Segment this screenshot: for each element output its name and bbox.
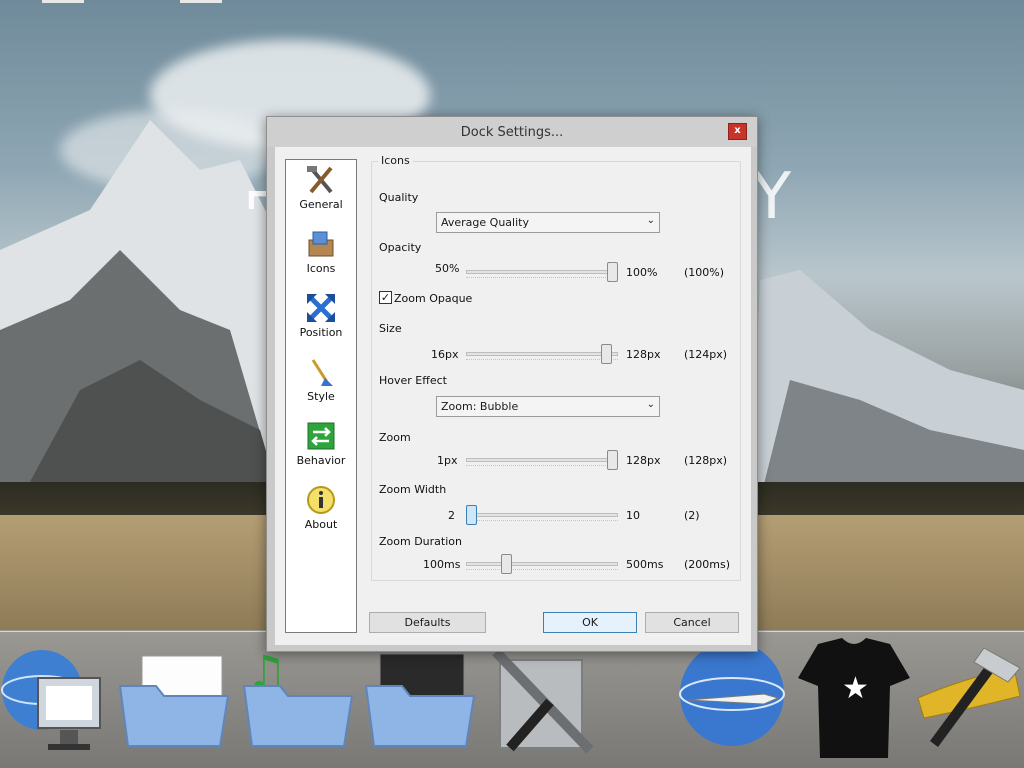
documents-folder-icon[interactable] [116,638,236,764]
quality-label: Quality [379,191,419,204]
defaults-button[interactable]: Defaults [369,612,486,633]
nav-item-behavior[interactable]: Behavior [286,416,356,480]
arrows-cross-icon [307,294,335,322]
nav-label-position: Position [299,326,343,339]
nav-label-style: Style [307,390,335,403]
zoom-slider-thumb[interactable] [607,450,618,470]
info-icon [307,486,335,514]
zoom-width-label: Zoom Width [379,483,447,496]
hammer-wrench-icon[interactable] [904,638,1024,764]
dialog-body: General Icons Position Style Behavior Ab… [275,147,751,645]
nav-label-icons: Icons [306,262,336,275]
hover-effect-select[interactable]: Zoom: Bubble ⌄ [436,396,660,417]
hover-effect-label: Hover Effect [379,374,447,387]
system-tools-icon[interactable] [480,638,600,764]
nav-item-about[interactable]: About [286,480,356,544]
opacity-max-label: 100% [626,266,658,279]
pictures-folder-icon[interactable] [362,638,482,764]
zoom-duration-label: Zoom Duration [379,535,462,548]
globe-computer-icon[interactable] [0,638,120,764]
tshirt-icon[interactable]: ★ [794,638,914,764]
nav-label-behavior: Behavior [296,454,346,467]
size-min-label: 16px [431,348,459,361]
svg-text:★: ★ [842,671,869,706]
nav-label-general: General [299,198,343,211]
size-slider-thumb[interactable] [601,344,613,364]
nav-item-icons[interactable]: Icons [286,224,356,288]
opacity-label: Opacity [379,241,422,254]
tools-icon [307,166,333,194]
zoom-max-label: 128px [626,454,661,467]
top-edge-tab [180,0,222,3]
icons-group: Icons Quality Average Quality ⌄ Opacity … [371,154,741,581]
zoom-duration-current-value: (200ms) [684,558,731,571]
chevron-down-icon: ⌄ [646,399,655,410]
quality-select[interactable]: Average Quality ⌄ [436,212,660,233]
zoom-min-label: 1px [437,454,458,467]
zoom-duration-min-label: 100ms [423,558,461,571]
opacity-slider-thumb[interactable] [607,262,618,282]
green-arrows-icon [307,422,335,450]
zoom-width-max-label: 10 [626,509,640,522]
nav-item-style[interactable]: Style [286,352,356,416]
paint-brush-icon [311,359,333,386]
zoom-current-value: (128px) [684,454,728,467]
zoom-duration-slider-ticks [466,568,618,570]
opacity-slider-track [466,270,618,274]
size-slider-track [466,352,618,356]
globe-rocket-icon[interactable] [668,638,788,764]
dock-settings-dialog: Dock Settings... x General Icons Positio… [266,116,758,652]
zoom-duration-max-label: 500ms [626,558,664,571]
quality-select-value: Average Quality [441,216,529,229]
zoom-slider-track [466,458,618,462]
nav-item-general[interactable]: General [286,160,356,224]
opacity-min-label: 50% [435,262,460,275]
zoom-opaque-label: Zoom Opaque [394,292,473,305]
nav-label-about: About [304,518,338,531]
settings-nav: General Icons Position Style Behavior Ab… [285,159,357,633]
zoom-width-slider-thumb[interactable] [466,505,477,525]
opacity-current-value: (100%) [684,266,725,279]
dialog-title: Dock Settings... [460,125,564,140]
zoom-opaque-checkbox[interactable]: ✓ [379,291,392,304]
hover-effect-select-value: Zoom: Bubble [441,400,519,413]
zoom-width-slider-track [466,513,618,517]
zoom-duration-slider-track [466,562,618,566]
opacity-slider-ticks [466,276,618,278]
group-title: Icons [378,154,413,167]
ok-button[interactable]: OK [543,612,637,633]
cancel-button[interactable]: Cancel [645,612,739,633]
zoom-slider-ticks [466,464,618,466]
zoom-width-slider-ticks [466,519,618,521]
zoom-label: Zoom [379,431,411,444]
size-current-value: (124px) [684,348,728,361]
zoom-width-current-value: (2) [684,509,700,522]
size-label: Size [379,322,402,335]
size-max-label: 128px [626,348,661,361]
size-slider-ticks [466,358,618,360]
title-bar[interactable]: Dock Settings... x [267,117,757,147]
top-edge-tab [42,0,84,3]
music-folder-icon[interactable]: ♫ [240,638,360,764]
zoom-width-min-label: 2 [448,509,455,522]
icons-box-icon [308,231,334,257]
close-button[interactable]: x [728,123,747,140]
nav-item-position[interactable]: Position [286,288,356,352]
chevron-down-icon: ⌄ [646,215,655,226]
zoom-duration-slider-thumb[interactable] [501,554,513,574]
